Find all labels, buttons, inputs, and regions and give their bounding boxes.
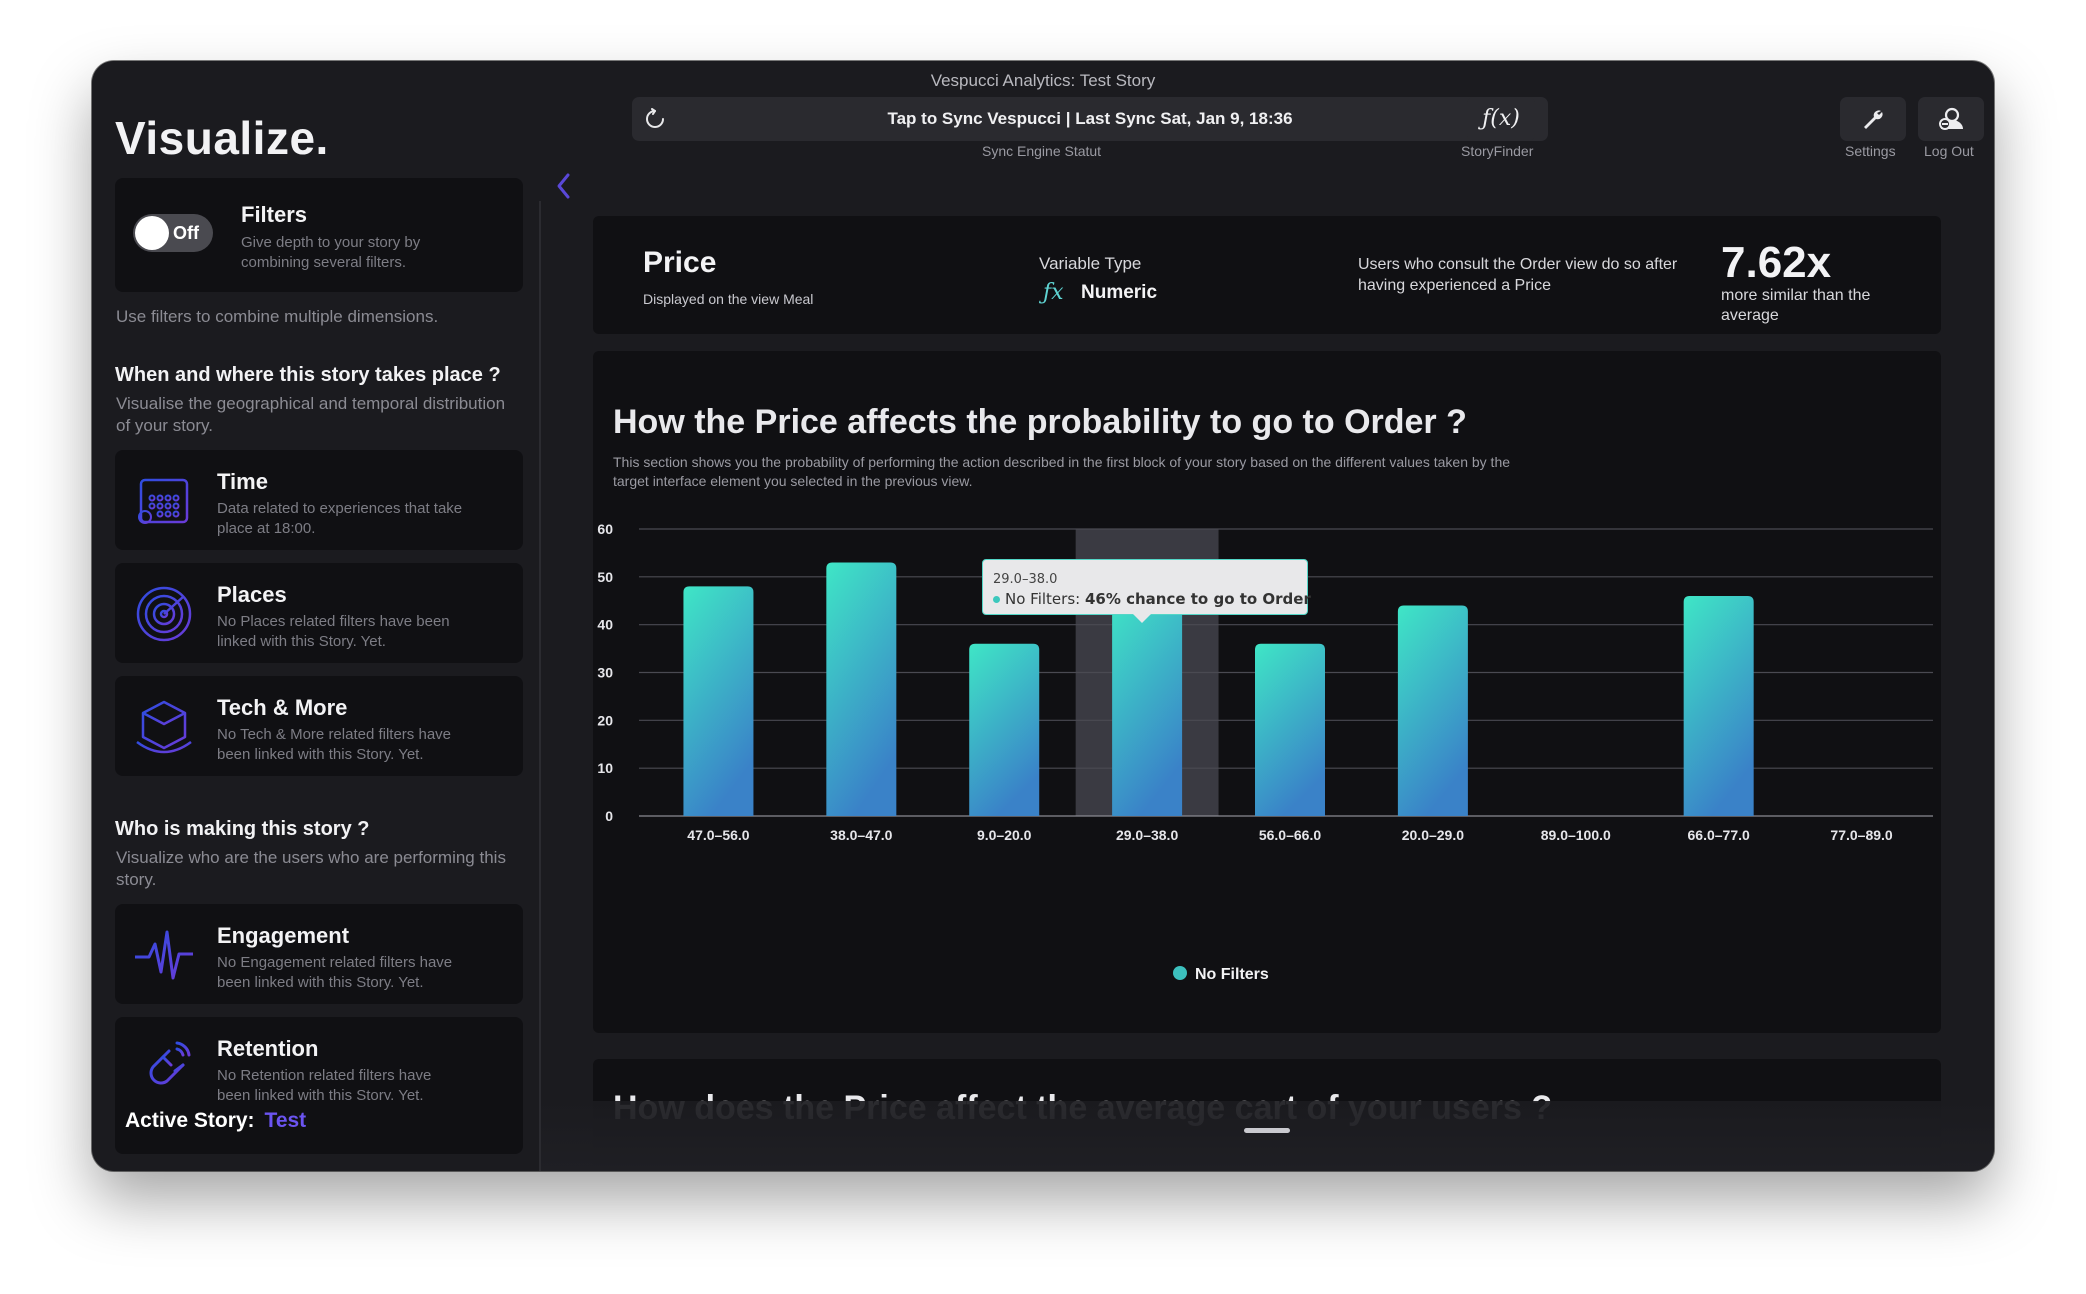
chart-legend[interactable]: No Filters	[1173, 966, 1269, 984]
insight-text: Users who consult the Order view do so a…	[1358, 256, 1678, 294]
sidebar-item-description: No Tech & More related filters have been…	[217, 726, 452, 763]
bar[interactable]	[683, 586, 754, 816]
x-tick-label: 47.0–56.0	[687, 827, 749, 843]
chart-panel: How the Price affects the probability to…	[593, 351, 1941, 1033]
sidebar-item-engagement[interactable]: Engagement No Engagement related filters…	[115, 904, 523, 1004]
pulse-icon	[135, 930, 193, 980]
sync-status-text: Tap to Sync Vespucci | Last Sync Sat, Ja…	[887, 109, 1293, 128]
x-tick-label: 38.0–47.0	[830, 827, 892, 843]
who-section-title: Who is making this story ?	[115, 818, 370, 840]
y-tick-label: 10	[597, 760, 613, 776]
filters-note: Use filters to combine multiple dimensio…	[116, 307, 439, 326]
sidebar-item-label: Retention	[217, 1036, 319, 1061]
app-window: Vespucci Analytics: Test Story Visualize…	[92, 61, 1994, 1171]
x-tick-label: 77.0–89.0	[1830, 827, 1892, 843]
filters-title: Filters	[241, 202, 308, 227]
settings-button[interactable]	[1840, 97, 1906, 141]
sync-caption: Sync Engine Statut	[982, 143, 1102, 159]
sidebar-item-description: Data related to experiences that take pl…	[217, 500, 463, 537]
variable-type-label: Variable Type	[1039, 254, 1142, 273]
tooltip-category: 29.0–38.0	[993, 572, 1058, 587]
x-tick-label: 66.0–77.0	[1688, 827, 1750, 843]
filters-toggle[interactable]: Off	[133, 214, 213, 252]
y-tick-label: 30	[597, 665, 613, 681]
legend-label: No Filters	[1195, 966, 1269, 983]
tooltip-arrow	[1133, 614, 1151, 623]
sidebar-item-description: No Engagement related filters have been …	[217, 954, 453, 991]
bottom-fade	[541, 1101, 1994, 1171]
sidebar-item-label: Time	[217, 469, 268, 494]
x-tick-label: 29.0–38.0	[1116, 827, 1178, 843]
variable-name: Price	[643, 246, 717, 279]
storyfinder-caption: StoryFinder	[1461, 143, 1534, 159]
tooltip-series: No Filters:	[1005, 590, 1081, 608]
filters-description: Give depth to your story by combining se…	[241, 234, 421, 271]
settings-caption: Settings	[1845, 143, 1896, 159]
home-indicator[interactable]	[1244, 1128, 1290, 1133]
bar[interactable]	[1255, 643, 1325, 816]
bar-chart: 0 10 20 30 40 50 60 47.0–56.0 38.0–47.0 9.0–20.0 2…	[597, 521, 1933, 843]
sync-button[interactable]: Tap to Sync Vespucci | Last Sync Sat, Ja…	[632, 97, 1548, 141]
sidebar-item-label: Engagement	[217, 923, 350, 948]
x-tick-label: 89.0–100.0	[1541, 827, 1611, 843]
sidebar-item-tech[interactable]: Tech & More No Tech & More related filte…	[115, 676, 523, 776]
sidebar-item-retention[interactable]: Retention No Retention related filters h…	[115, 1017, 523, 1154]
y-tick-label: 50	[597, 569, 613, 585]
active-story-label: Active Story:	[125, 1109, 255, 1132]
similarity-description: more similar than the average	[1721, 287, 1871, 324]
y-tick-label: 0	[605, 808, 613, 824]
x-tick-label: 9.0–20.0	[977, 827, 1032, 843]
where-section-title: When and where this story takes place ?	[115, 364, 501, 386]
sidebar: Visualize. Off Filters Give depth to you…	[92, 61, 539, 1171]
chart-tooltip: 29.0–38.0 No Filters: 46% chance to go t…	[982, 559, 1311, 623]
y-tick-label: 60	[597, 521, 613, 537]
toggle-knob	[135, 216, 169, 250]
back-chevron-icon[interactable]	[554, 171, 574, 201]
variable-type-value: Numeric	[1081, 282, 1158, 303]
tooltip-value: 46% chance to go to Order	[1084, 590, 1311, 608]
tooltip-series-dot	[993, 596, 1000, 603]
logout-caption: Log Out	[1924, 143, 1974, 159]
sidebar-item-places[interactable]: Places No Places related filters have be…	[115, 563, 523, 663]
toggle-label: Off	[173, 223, 199, 243]
variable-subtitle: Displayed on the view Meal	[643, 291, 814, 307]
radar-icon	[136, 586, 192, 642]
x-tick-label: 56.0–66.0	[1259, 827, 1321, 843]
filters-card[interactable]: Off Filters Give depth to your story by …	[115, 178, 523, 292]
sidebar-divider	[539, 201, 541, 1171]
bar[interactable]	[1112, 595, 1183, 816]
logout-button[interactable]	[1918, 97, 1984, 141]
y-tick-label: 20	[597, 712, 613, 728]
bar[interactable]	[1683, 595, 1754, 816]
active-story-value[interactable]: Test	[265, 1109, 307, 1132]
function-icon: ƒx	[1043, 280, 1064, 305]
tooltip-value-line: No Filters: 46% chance to go to Order	[993, 590, 1311, 608]
sidebar-item-time[interactable]: Time Data related to experiences that ta…	[115, 450, 523, 550]
sidebar-item-label: Places	[217, 582, 287, 607]
storyfinder-button[interactable]: ƒ(x)	[1467, 97, 1535, 141]
wrench-icon	[1864, 110, 1883, 129]
who-section-description: Visualize who are the users who are perf…	[116, 848, 506, 889]
user-logout-icon	[1939, 107, 1963, 130]
bar[interactable]	[1397, 605, 1468, 816]
magnet-icon	[149, 1041, 191, 1085]
app-title: Visualize.	[115, 112, 329, 164]
similarity-ratio: 7.62x	[1721, 238, 1832, 287]
where-section-description: Visualise the geographical and temporal …	[116, 394, 506, 435]
sidebar-item-label: Tech & More	[217, 695, 348, 720]
y-tick-label: 40	[597, 617, 613, 633]
x-tick-label: 20.0–29.0	[1402, 827, 1464, 843]
sidebar-item-description: No Retention related filters have been l…	[217, 1067, 432, 1100]
sidebar-item-description: No Places related filters have been link…	[217, 613, 450, 650]
active-story: Active Story: Test	[125, 1109, 306, 1133]
variable-summary-panel: Price Displayed on the view Meal Variabl…	[593, 216, 1941, 334]
legend-dot	[1173, 966, 1187, 980]
calendar-icon	[138, 475, 189, 524]
bar[interactable]	[969, 643, 1040, 816]
bar[interactable]	[826, 562, 897, 816]
cube-icon	[136, 700, 192, 754]
